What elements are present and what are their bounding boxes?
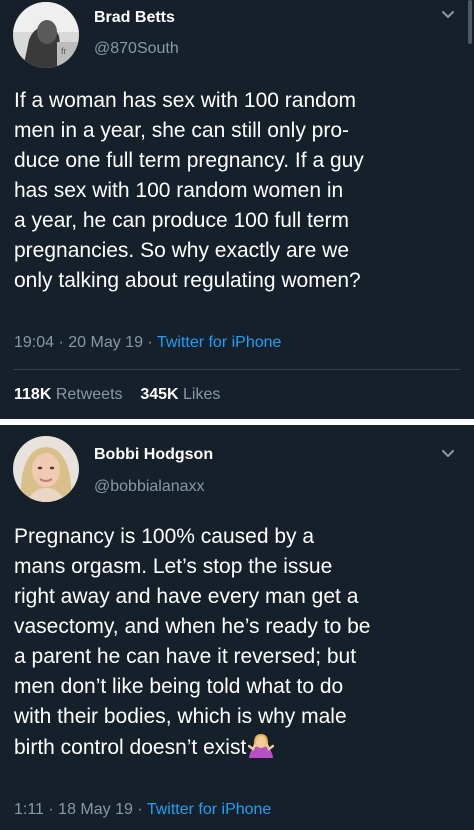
- author-handle[interactable]: @870South: [94, 40, 179, 58]
- chevron-down-icon[interactable]: [441, 449, 455, 459]
- svg-text:fr: fr: [61, 46, 67, 56]
- tweet-text: If a woman has sex with 100 random men i…: [14, 86, 462, 296]
- tweet-time[interactable]: 19:04: [14, 334, 54, 351]
- tweet-text-line: If a woman has sex with 100 random: [14, 89, 357, 112]
- likes-stat[interactable]: 345K Likes: [140, 386, 220, 403]
- tweet-text-line: has sex with 100 random women in: [14, 179, 344, 202]
- likes-count: 345K: [140, 386, 179, 403]
- avatar[interactable]: [13, 436, 79, 502]
- tweet-text-line: vasectomy, and when he’s ready to be: [14, 615, 371, 638]
- retweets-count: 118K: [14, 386, 52, 403]
- shrug-emoji-icon: [248, 734, 275, 758]
- tweet-meta: 19:04 · 20 May 19 · Twitter for iPhone: [14, 334, 281, 352]
- meta-separator: ·: [43, 801, 59, 818]
- meta-separator: ·: [142, 334, 157, 351]
- tweet-card-1[interactable]: fr Brad Betts @870South If a woman has s…: [0, 0, 474, 419]
- author-name[interactable]: Bobbi Hodgson: [94, 446, 213, 464]
- tweet-date[interactable]: 18 May 19: [58, 801, 133, 818]
- tweet-text-line-last: birth control doesn’t exist: [14, 732, 462, 763]
- author-name[interactable]: Brad Betts: [94, 9, 175, 27]
- tweet-text-line: right away and have every man get a: [14, 585, 359, 608]
- tweet-text-line: birth control doesn’t exist: [14, 736, 247, 759]
- tweet-text-line: a parent he can have it reversed; but: [14, 645, 357, 668]
- retweets-label: Retweets: [55, 386, 123, 403]
- avatar-image: fr: [13, 2, 79, 68]
- tweet-source-link[interactable]: Twitter for iPhone: [157, 334, 282, 351]
- tweet-text-line: men don’t like being told what to do: [14, 675, 344, 698]
- tweet-text-line: only talking about regulating women?: [14, 269, 361, 292]
- tweet-stats: 118K Retweets 345K Likes: [14, 386, 220, 404]
- meta-separator: ·: [132, 801, 147, 818]
- author-handle[interactable]: @bobbialanaxx: [94, 478, 205, 496]
- likes-label: Likes: [183, 386, 221, 403]
- tweet-text-line: Pregnancy is 100% caused by a: [14, 525, 315, 548]
- tweet-text-line: pregnancies. So why exactly are we: [14, 239, 350, 262]
- avatar-image: [13, 436, 79, 502]
- tweet-text: Pregnancy is 100% caused by a mans orgas…: [14, 522, 462, 763]
- tweet-text-line: duce one full term pregnancy. If a guy: [14, 149, 364, 172]
- tweet-text-line: with their bodies, which is why male: [14, 705, 347, 728]
- tweet-card-2[interactable]: Bobbi Hodgson @bobbialanaxx Pregnancy is…: [0, 425, 474, 830]
- tweet-date[interactable]: 20 May 19: [68, 334, 143, 351]
- tweet-time[interactable]: 1:11: [14, 801, 44, 818]
- divider-line: [14, 369, 460, 370]
- tweet-meta: 1:11 · 18 May 19 · Twitter for iPhone: [14, 801, 271, 819]
- chevron-down-icon[interactable]: [441, 10, 455, 20]
- retweets-stat[interactable]: 118K Retweets: [14, 386, 123, 403]
- avatar[interactable]: fr: [13, 2, 79, 68]
- tweet-text-line: men in a year, she can still only pro-: [14, 119, 349, 142]
- meta-separator: ·: [54, 334, 69, 351]
- tweet-text-line: mans orgasm. Let’s stop the issue: [14, 555, 333, 578]
- tweet-text-line: a year, he can produce 100 full term: [14, 209, 350, 232]
- scrollbar[interactable]: [468, 0, 472, 44]
- tweet-source-link[interactable]: Twitter for iPhone: [147, 801, 272, 818]
